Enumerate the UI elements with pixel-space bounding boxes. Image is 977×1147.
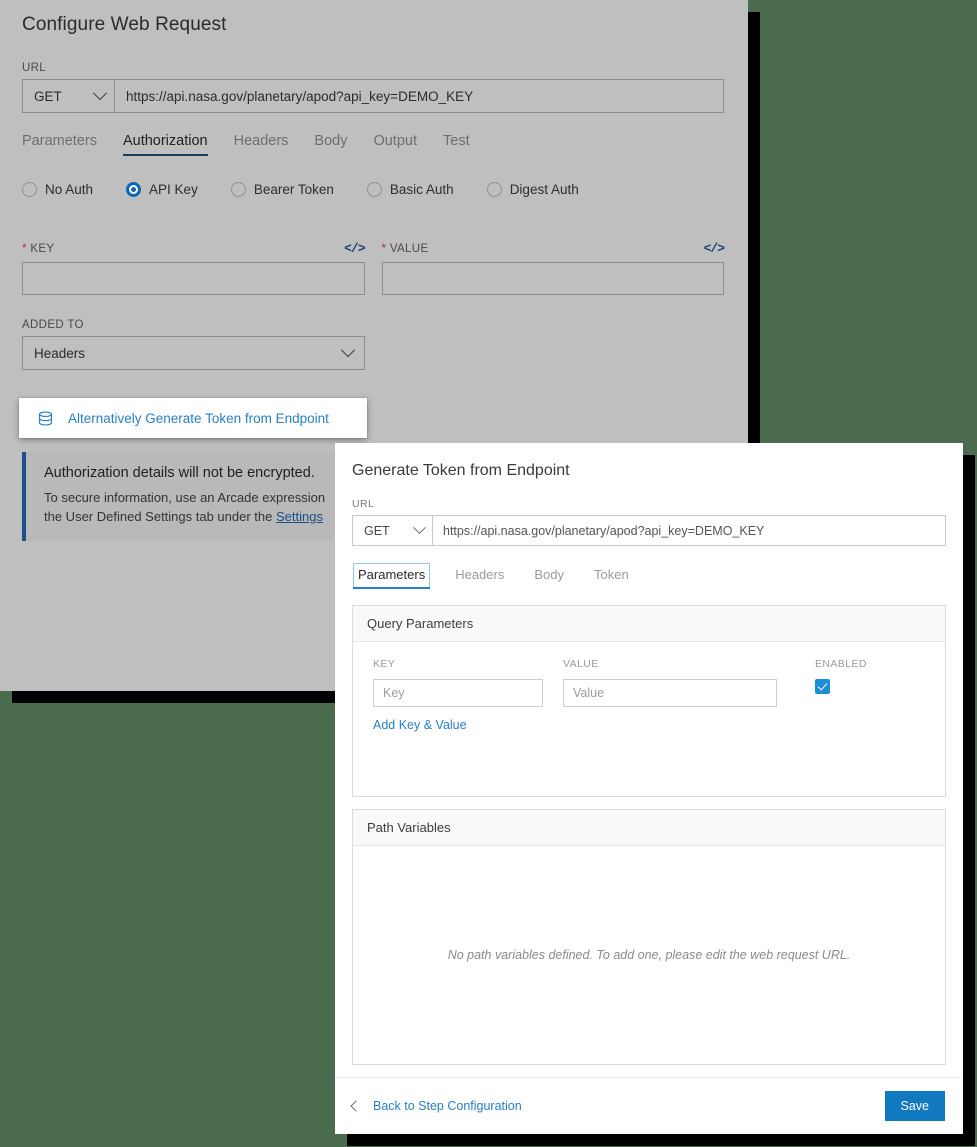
value-field-group: * VALUE </> (382, 241, 725, 295)
dialog-footer: Back to Step Configuration Save (335, 1077, 963, 1134)
radio-icon (487, 182, 502, 197)
column-header-value: VALUE (563, 658, 811, 670)
query-parameters-title: Query Parameters (353, 606, 945, 642)
radio-label: API Key (149, 182, 198, 197)
radio-bearer-token[interactable]: Bearer Token (231, 182, 334, 197)
dialog-title: Generate Token from Endpoint (352, 462, 946, 480)
query-parameters-grid: KEY Key VALUE Value ENABLED (353, 642, 945, 707)
code-expression-icon[interactable]: </> (704, 241, 724, 256)
query-param-value-placeholder: Value (573, 686, 604, 700)
query-parameters-card: Query Parameters KEY Key VALUE Value (352, 605, 946, 797)
panel-tabs: Parameters Authorization Headers Body Ou… (22, 133, 724, 156)
banner-body-line1: To secure information, use an Arcade exp… (44, 490, 325, 505)
dialog-tab-token[interactable]: Token (589, 563, 634, 589)
tab-authorization[interactable]: Authorization (123, 133, 208, 156)
column-header-enabled: ENABLED (811, 658, 925, 670)
key-label-text: KEY (30, 243, 54, 255)
radio-label: Digest Auth (510, 182, 579, 197)
database-icon (37, 410, 54, 427)
value-label-text: VALUE (390, 243, 429, 255)
required-marker: * (382, 243, 387, 255)
add-key-value-link[interactable]: Add Key & Value (353, 707, 467, 732)
column-header-key: KEY (373, 658, 563, 670)
dialog-tabs: Parameters Headers Body Token (352, 563, 946, 589)
generate-token-menu-label: Alternatively Generate Token from Endpoi… (68, 411, 329, 426)
settings-link[interactable]: Settings (276, 509, 323, 524)
dialog-tab-parameters[interactable]: Parameters (353, 563, 430, 589)
http-method-value: GET (34, 89, 62, 104)
query-parameters-body: KEY Key VALUE Value ENABLED (353, 642, 945, 796)
radio-basic-auth[interactable]: Basic Auth (367, 182, 454, 197)
dialog-url-input-value: https://api.nasa.gov/planetary/apod?api_… (443, 524, 764, 538)
query-param-value-input[interactable]: Value (563, 679, 777, 707)
dialog-http-method-select[interactable]: GET (352, 515, 432, 546)
path-variables-card: Path Variables No path variables defined… (352, 809, 946, 1065)
url-input-value: https://api.nasa.gov/planetary/apod?api_… (126, 89, 473, 104)
radio-selected-icon (126, 182, 141, 197)
tab-body[interactable]: Body (314, 133, 347, 156)
save-button[interactable]: Save (885, 1091, 946, 1121)
chevron-down-icon (93, 86, 107, 100)
value-input[interactable] (382, 262, 725, 295)
chevron-down-icon (341, 343, 355, 357)
http-method-select[interactable]: GET (22, 79, 114, 113)
key-input[interactable] (22, 262, 365, 295)
url-input[interactable]: https://api.nasa.gov/planetary/apod?api_… (114, 79, 724, 113)
radio-no-auth[interactable]: No Auth (22, 182, 93, 197)
radio-icon (231, 182, 246, 197)
generate-token-menu-item[interactable]: Alternatively Generate Token from Endpoi… (19, 398, 367, 438)
tab-parameters[interactable]: Parameters (22, 133, 97, 156)
radio-label: No Auth (45, 182, 93, 197)
query-parameters-spacer (353, 734, 945, 796)
dialog-tab-body[interactable]: Body (529, 563, 569, 589)
auth-type-radio-group: No Auth API Key Bearer Token Basic Auth … (22, 182, 724, 197)
dialog-url-label: URL (352, 498, 946, 510)
generate-token-dialog: Generate Token from Endpoint URL GET htt… (335, 443, 963, 1134)
banner-body-line2: the User Defined Settings tab under the (44, 509, 276, 524)
value-label: * VALUE (382, 243, 429, 255)
query-param-enabled-checkbox[interactable] (815, 679, 830, 694)
added-to-value: Headers (34, 346, 85, 361)
back-link-label: Back to Step Configuration (373, 1099, 522, 1113)
path-variables-body: No path variables defined. To add one, p… (353, 846, 945, 1064)
radio-label: Basic Auth (390, 182, 454, 197)
radio-icon (367, 182, 382, 197)
added-to-select[interactable]: Headers (22, 336, 365, 370)
chevron-left-icon (350, 1100, 361, 1111)
url-row: GET https://api.nasa.gov/planetary/apod?… (22, 79, 724, 113)
dialog-url-row: GET https://api.nasa.gov/planetary/apod?… (352, 515, 946, 546)
url-label: URL (22, 62, 724, 74)
radio-digest-auth[interactable]: Digest Auth (487, 182, 579, 197)
dialog-tab-headers[interactable]: Headers (450, 563, 509, 589)
radio-label: Bearer Token (254, 182, 334, 197)
tab-output[interactable]: Output (373, 133, 417, 156)
tab-test[interactable]: Test (443, 133, 470, 156)
back-to-step-configuration-link[interactable]: Back to Step Configuration (352, 1099, 522, 1113)
page-title: Configure Web Request (22, 14, 724, 36)
path-variables-title: Path Variables (353, 810, 945, 846)
key-value-row: * KEY </> * VALUE </> (22, 241, 724, 295)
required-marker: * (22, 243, 27, 255)
query-param-key-placeholder: Key (383, 686, 405, 700)
path-variables-empty-message: No path variables defined. To add one, p… (448, 948, 851, 962)
added-to-group: ADDED TO Headers (22, 319, 365, 370)
chevron-down-icon (413, 521, 426, 534)
dialog-http-method-value: GET (364, 524, 390, 538)
tab-headers[interactable]: Headers (234, 133, 289, 156)
key-field-group: * KEY </> (22, 241, 365, 295)
radio-api-key[interactable]: API Key (126, 182, 198, 197)
query-param-key-input[interactable]: Key (373, 679, 543, 707)
dialog-url-input[interactable]: https://api.nasa.gov/planetary/apod?api_… (432, 515, 946, 546)
added-to-label: ADDED TO (22, 319, 365, 331)
radio-icon (22, 182, 37, 197)
key-label: * KEY (22, 243, 54, 255)
code-expression-icon[interactable]: </> (344, 241, 364, 256)
